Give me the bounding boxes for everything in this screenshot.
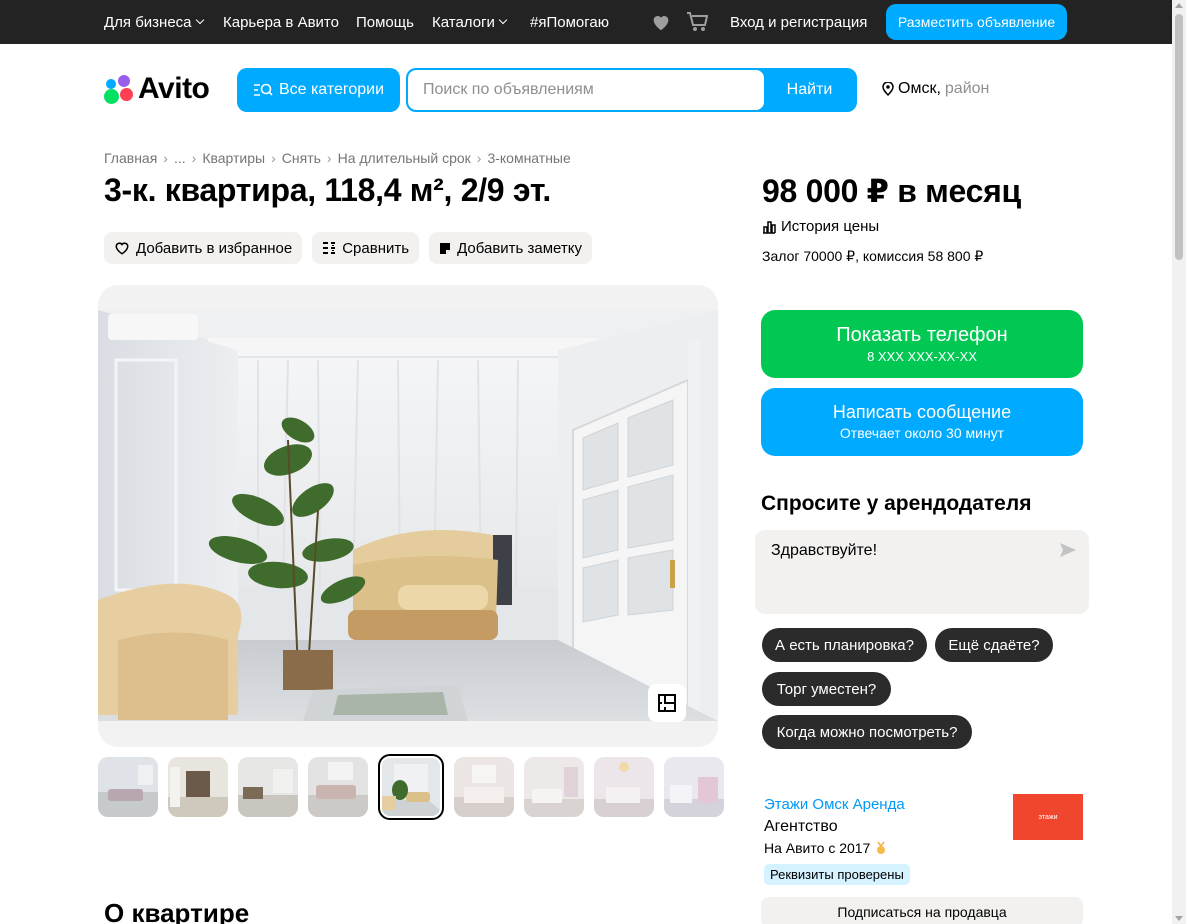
top-bar: Для бизнеса Карьера в Авито Помощь Катал… <box>0 0 1172 44</box>
nav-help[interactable]: Помощь <box>356 0 414 44</box>
scroll-up-icon[interactable] <box>1175 3 1183 8</box>
add-to-favorites-button[interactable]: Добавить в избранное <box>104 232 303 264</box>
floor-plan-icon <box>658 694 676 712</box>
nav-for-business[interactable]: Для бизнеса <box>104 0 204 44</box>
show-phone-button[interactable]: Показать телефон 8 XXX XXX-XX-XX <box>761 310 1083 378</box>
write-message-label: Написать сообщение <box>832 402 1012 422</box>
breadcrumb-item[interactable]: Квартиры <box>202 150 265 166</box>
scroll-down-icon[interactable] <box>1175 916 1183 921</box>
compare-button[interactable]: Сравнить <box>312 232 420 264</box>
ask-message-text: Здравствуйте! <box>771 542 878 559</box>
nav-catalogs-label: Каталоги <box>432 13 495 31</box>
seller-logo[interactable]: этажи <box>1013 794 1083 840</box>
photo-thumbnail[interactable] <box>168 757 228 817</box>
quick-question-chip[interactable]: Ещё сдаёте? <box>935 628 1053 662</box>
breadcrumb-item[interactable]: Главная <box>104 150 157 166</box>
nav-pomogayu[interactable]: #яПомогаю <box>530 0 609 44</box>
photo-thumbnail[interactable] <box>238 757 298 817</box>
logo-dots-icon <box>104 73 136 105</box>
category-search-icon <box>253 83 273 96</box>
ask-landlord-heading: Спросите у арендодателя <box>761 492 1032 515</box>
seller-logo-text: этажи <box>1038 813 1058 821</box>
photo-thumbnail[interactable] <box>664 757 724 817</box>
price: 98 000 ₽ в месяц <box>762 173 1021 209</box>
listing-title: 3-к. квартира, 118,4 м², 2/9 эт. <box>104 172 551 208</box>
compare-icon <box>323 242 336 254</box>
add-to-favorites-label: Добавить в избранное <box>136 239 293 257</box>
price-history-link[interactable]: История цены <box>762 218 879 235</box>
phone-masked: 8 XXX XXX-XX-XX <box>867 349 977 364</box>
location-district: район <box>944 80 990 97</box>
location-selector[interactable]: Омск, район <box>882 80 989 98</box>
chart-icon <box>763 220 776 234</box>
nav-catalogs[interactable]: Каталоги <box>432 0 508 44</box>
note-icon <box>440 242 451 254</box>
photo-thumbnail[interactable] <box>454 757 514 817</box>
quick-question-chip[interactable]: А есть планировка? <box>762 628 927 662</box>
add-note-button[interactable]: Добавить заметку <box>429 232 592 264</box>
verified-badge: Реквизиты проверены <box>764 864 910 885</box>
search-input[interactable] <box>408 70 764 110</box>
living-room-photo <box>98 310 718 721</box>
chevron-down-icon <box>195 15 204 25</box>
price-history-label: История цены <box>781 218 880 235</box>
photo-thumbnail[interactable] <box>594 757 654 817</box>
breadcrumb-item[interactable]: Снять <box>282 150 321 166</box>
photo-thumbnail[interactable] <box>98 757 158 817</box>
heart-icon[interactable] <box>650 11 672 33</box>
add-note-label: Добавить заметку <box>457 239 582 257</box>
write-message-button[interactable]: Написать сообщение Отвечает около 30 мин… <box>761 388 1083 456</box>
logo-text: Avito <box>138 72 210 105</box>
send-icon[interactable] <box>1059 542 1077 558</box>
seller-type: Агентство <box>764 818 838 835</box>
ask-message-field[interactable]: Здравствуйте! <box>755 530 1089 614</box>
chevron-down-icon <box>498 15 508 25</box>
location-city: Омск, <box>898 80 941 97</box>
avito-logo[interactable]: Avito <box>104 72 210 106</box>
photo-thumbnail-active[interactable] <box>378 754 444 820</box>
show-phone-label: Показать телефон <box>836 324 1008 346</box>
medal-icon <box>877 841 886 854</box>
login-link[interactable]: Вход и регистрация <box>730 0 867 44</box>
deposit-info: Залог 70000 ₽, комиссия 58 800 ₽ <box>762 248 984 264</box>
nav-career[interactable]: Карьера в Авито <box>223 0 339 44</box>
floor-plan-button[interactable] <box>648 684 686 722</box>
page-scrollbar[interactable] <box>1172 0 1186 924</box>
search-button[interactable]: Найти <box>764 70 855 110</box>
listing-actions: Добавить в избранное Сравнить Добавить з… <box>104 232 592 264</box>
breadcrumb-item[interactable]: На длительный срок <box>338 150 471 166</box>
quick-question-chip[interactable]: Торг уместен? <box>762 672 891 706</box>
subscribe-seller-button[interactable]: Подписаться на продавца <box>761 897 1083 924</box>
breadcrumb-item[interactable]: ... <box>174 150 186 166</box>
post-ad-button[interactable]: Разместить объявление <box>886 4 1067 40</box>
search-bar: Найти <box>406 68 857 112</box>
nav-for-business-label: Для бизнеса <box>104 13 192 31</box>
photo-thumbnail[interactable] <box>308 757 368 817</box>
seller-since-label: На Авито с 2017 <box>764 840 871 856</box>
compare-label: Сравнить <box>342 239 410 257</box>
all-categories-button[interactable]: Все категории <box>237 68 400 112</box>
breadcrumb-item[interactable]: 3-комнатные <box>487 150 570 166</box>
all-categories-label: Все категории <box>278 81 385 98</box>
location-pin-icon <box>882 82 894 96</box>
breadcrumb: Главная › ... › Квартиры › Снять › На длител… <box>104 150 571 166</box>
scroll-thumb[interactable] <box>1175 14 1183 260</box>
main-photo[interactable] <box>98 310 718 721</box>
reply-time: Отвечает около 30 минут <box>839 425 1005 441</box>
heart-outline-icon <box>115 242 129 255</box>
quick-question-chip[interactable]: Когда можно посмотреть? <box>762 715 972 749</box>
seller-since: На Авито с 2017 <box>764 840 888 856</box>
cart-icon[interactable] <box>686 11 710 33</box>
photo-thumbnail[interactable] <box>524 757 584 817</box>
thumbnail-strip <box>98 754 724 820</box>
about-apartment-heading: О квартире <box>104 898 250 924</box>
seller-name-link[interactable]: Этажи Омск Аренда <box>764 796 905 813</box>
